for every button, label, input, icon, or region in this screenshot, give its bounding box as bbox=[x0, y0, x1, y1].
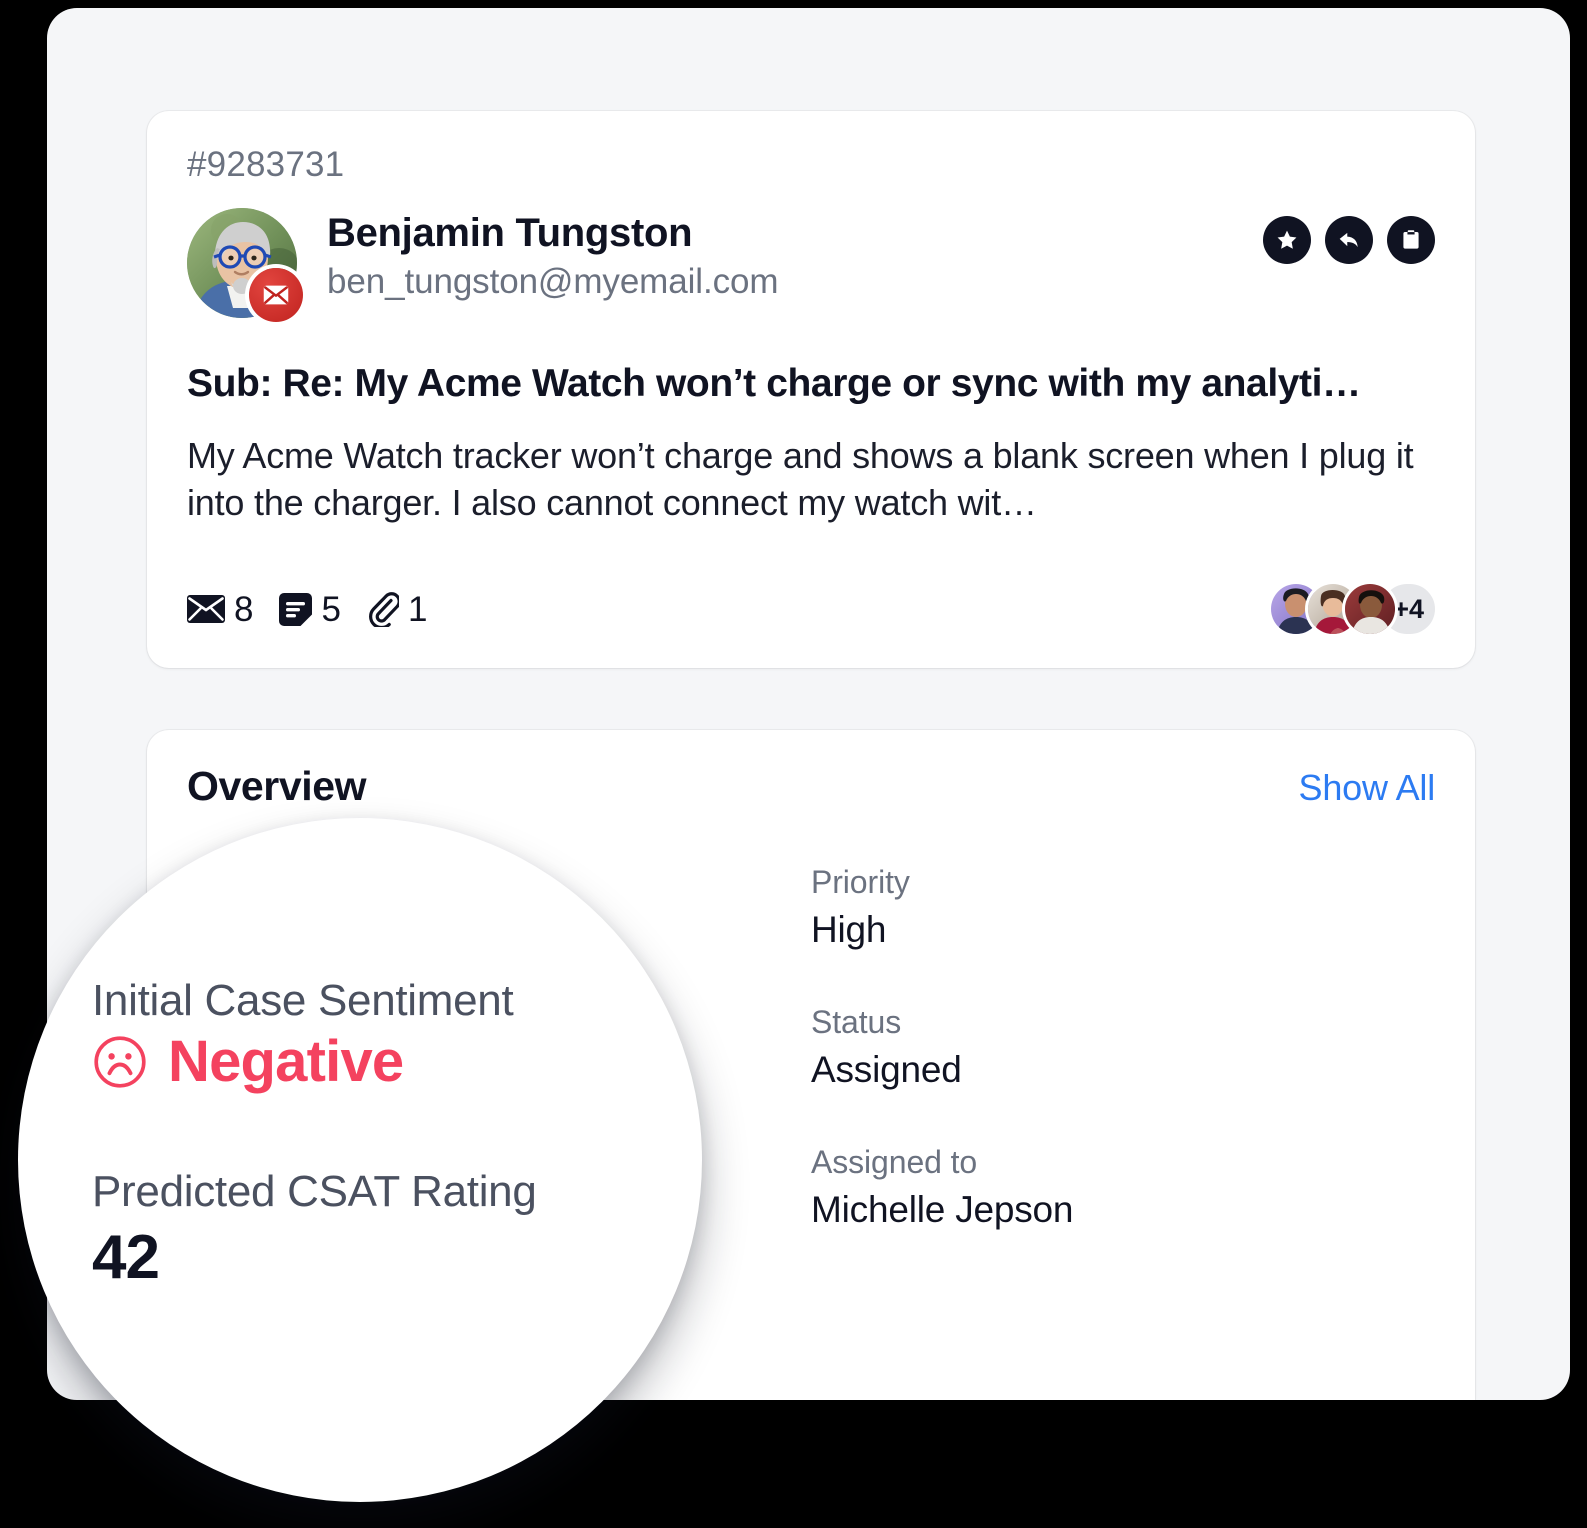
envelope-icon bbox=[187, 595, 225, 623]
participants-avatar-stack[interactable]: +4 bbox=[1271, 584, 1435, 634]
email-count: 8 bbox=[234, 589, 254, 629]
field-value: Assigned bbox=[811, 1049, 962, 1091]
sender-name: Benjamin Tungston bbox=[327, 211, 693, 255]
email-counter: 8 bbox=[187, 592, 253, 627]
sender-email: ben_tungston@myemail.com bbox=[327, 262, 779, 301]
attachment-counter: 1 bbox=[367, 591, 427, 627]
field-label: Status bbox=[811, 1003, 902, 1040]
magnified-sentiment-value: Negative bbox=[92, 1028, 652, 1094]
clipboard-icon[interactable] bbox=[1387, 216, 1435, 264]
magnified-csat-label: Predicted CSAT Rating bbox=[92, 1166, 537, 1216]
star-icon[interactable] bbox=[1263, 216, 1311, 264]
ticket-actions bbox=[1263, 216, 1435, 264]
ticket-card: #9283731 Benjamin Tungston ben_tungston@… bbox=[147, 111, 1475, 668]
field-status: Status Assigned bbox=[811, 1003, 1435, 1091]
reply-icon[interactable] bbox=[1325, 216, 1373, 264]
overview-column-right: Priority High Status Assigned Assigned t… bbox=[811, 864, 1435, 1285]
field-label: Priority bbox=[811, 864, 910, 900]
field-assigned-to: Assigned to Michelle Jepson bbox=[811, 1143, 1435, 1231]
ticket-preview: My Acme Watch tracker won’t charge and s… bbox=[187, 434, 1414, 523]
ticket-counters: 8 5 1 bbox=[187, 591, 427, 627]
sender-avatar-wrap bbox=[187, 208, 303, 322]
field-label: Assigned to bbox=[811, 1143, 978, 1180]
overview-title: Overview bbox=[187, 763, 367, 809]
note-icon bbox=[279, 592, 313, 626]
magnifier-callout: Initial Case Sentiment Negative Predicte… bbox=[18, 818, 702, 1502]
sender-details: Benjamin Tungston ben_tungston@myemail.c… bbox=[327, 208, 779, 301]
email-icon bbox=[249, 268, 303, 322]
magnified-csat-value: 42 bbox=[92, 1223, 160, 1293]
show-all-link[interactable]: Show All bbox=[1299, 770, 1436, 806]
field-value: Michelle Jepson bbox=[811, 1188, 1074, 1230]
note-count: 5 bbox=[321, 589, 341, 629]
sad-face-icon bbox=[92, 1034, 148, 1090]
magnified-sentiment-text: Negative bbox=[168, 1028, 404, 1094]
magnifier-content: Initial Case Sentiment Negative Predicte… bbox=[92, 976, 652, 1289]
magnified-sentiment-label: Initial Case Sentiment bbox=[92, 976, 514, 1025]
participant-avatar-3 bbox=[1345, 584, 1396, 634]
ticket-subject: Sub: Re: My Acme Watch won’t charge or s… bbox=[187, 362, 1361, 405]
ticket-card-body: #9283731 Benjamin Tungston ben_tungston@… bbox=[147, 111, 1475, 526]
ticket-id: #9283731 bbox=[187, 145, 345, 184]
field-priority: Priority High bbox=[811, 864, 1435, 951]
note-counter: 5 bbox=[279, 589, 341, 629]
paperclip-icon bbox=[367, 591, 399, 627]
ticket-meta-row: 8 5 1 +4 bbox=[187, 584, 1435, 634]
sender-row: Benjamin Tungston ben_tungston@myemail.c… bbox=[187, 208, 1435, 322]
attachment-count: 1 bbox=[407, 589, 428, 629]
field-value: High bbox=[811, 909, 887, 951]
overview-header: Overview Show All bbox=[147, 730, 1475, 807]
